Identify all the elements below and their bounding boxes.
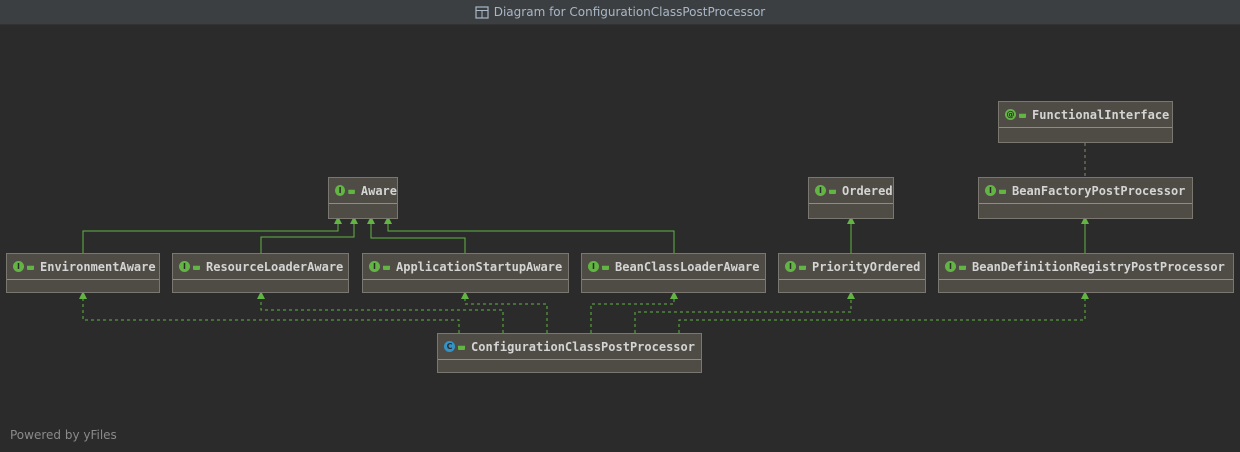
edge-beanclassloaderaware-aware <box>387 219 675 253</box>
node-environmentaware[interactable]: I EnvironmentAware <box>6 253 160 293</box>
edge-applicationstartupaware-aware <box>370 219 466 253</box>
node-beandefinitionregistrypostprocessor[interactable]: I BeanDefinitionRegistryPostProcessor <box>938 253 1234 293</box>
visibility-icon <box>602 265 609 270</box>
visibility-icon <box>1019 113 1026 118</box>
edge-ccpp-priorityordered <box>634 296 852 333</box>
interface-icon: I <box>985 185 996 196</box>
visibility-icon <box>829 189 836 194</box>
interface-icon: I <box>785 261 796 272</box>
edge-ccpp-beanclassloaderaware <box>590 296 675 333</box>
class-icon: C <box>444 341 455 352</box>
node-label: FunctionalInterface <box>1032 107 1170 122</box>
interface-icon: I <box>588 261 599 272</box>
visibility-icon <box>799 265 806 270</box>
node-label: Aware <box>360 183 397 198</box>
interface-icon: I <box>13 261 24 272</box>
edge-ccpp-bdrpp <box>678 296 1086 333</box>
node-applicationstartupaware[interactable]: I ApplicationStartupAware <box>362 253 569 293</box>
node-ordered[interactable]: I Ordered <box>808 177 894 219</box>
node-label: Ordered <box>842 183 893 198</box>
implements-edges <box>82 296 1086 333</box>
node-beanclassloaderaware[interactable]: I BeanClassLoaderAware <box>581 253 766 293</box>
visibility-icon <box>27 265 34 270</box>
node-resourceloaderaware[interactable]: I ResourceLoaderAware <box>172 253 349 293</box>
edge-ccpp-resourceloaderaware <box>260 296 504 333</box>
visibility-icon <box>959 265 966 270</box>
node-configurationclasspostprocessor[interactable]: C ConfigurationClassPostProcessor <box>437 333 702 373</box>
visibility-icon <box>458 345 465 350</box>
visibility-icon <box>999 189 1006 194</box>
edge-ccpp-applicationstartupaware <box>464 296 548 333</box>
node-label: ApplicationStartupAware <box>396 259 563 274</box>
interface-icon: I <box>335 185 346 196</box>
node-label: ConfigurationClassPostProcessor <box>471 339 695 354</box>
interface-icon: I <box>369 261 380 272</box>
visibility-icon <box>348 189 355 194</box>
node-functionalinterface[interactable]: @ FunctionalInterface <box>998 101 1173 143</box>
node-label: BeanFactoryPostProcessor <box>1012 183 1186 198</box>
edge-resourceloaderaware-aware <box>260 219 355 253</box>
annotation-icon: @ <box>1005 109 1016 120</box>
edge-environmentaware-aware <box>82 219 339 253</box>
interface-icon: I <box>815 185 826 196</box>
interface-icon: I <box>179 261 190 272</box>
node-label: EnvironmentAware <box>40 259 156 274</box>
node-label: PriorityOrdered <box>812 259 921 274</box>
diagram-edges <box>79 143 1089 333</box>
node-label: BeanClassLoaderAware <box>615 259 760 274</box>
powered-by-footer: Powered by yFiles <box>10 428 117 442</box>
extends-arrowheads <box>334 216 1089 224</box>
extends-edges <box>82 219 1086 253</box>
node-label: BeanDefinitionRegistryPostProcessor <box>972 259 1225 274</box>
visibility-icon <box>383 265 390 270</box>
node-label: ResourceLoaderAware <box>206 259 344 274</box>
edge-ccpp-environmentaware <box>82 296 460 333</box>
node-priorityordered[interactable]: I PriorityOrdered <box>778 253 926 293</box>
visibility-icon <box>193 265 200 270</box>
node-beanfactorypostprocessor[interactable]: I BeanFactoryPostProcessor <box>978 177 1193 219</box>
interface-icon: I <box>945 261 956 272</box>
node-aware[interactable]: I Aware <box>328 177 398 219</box>
